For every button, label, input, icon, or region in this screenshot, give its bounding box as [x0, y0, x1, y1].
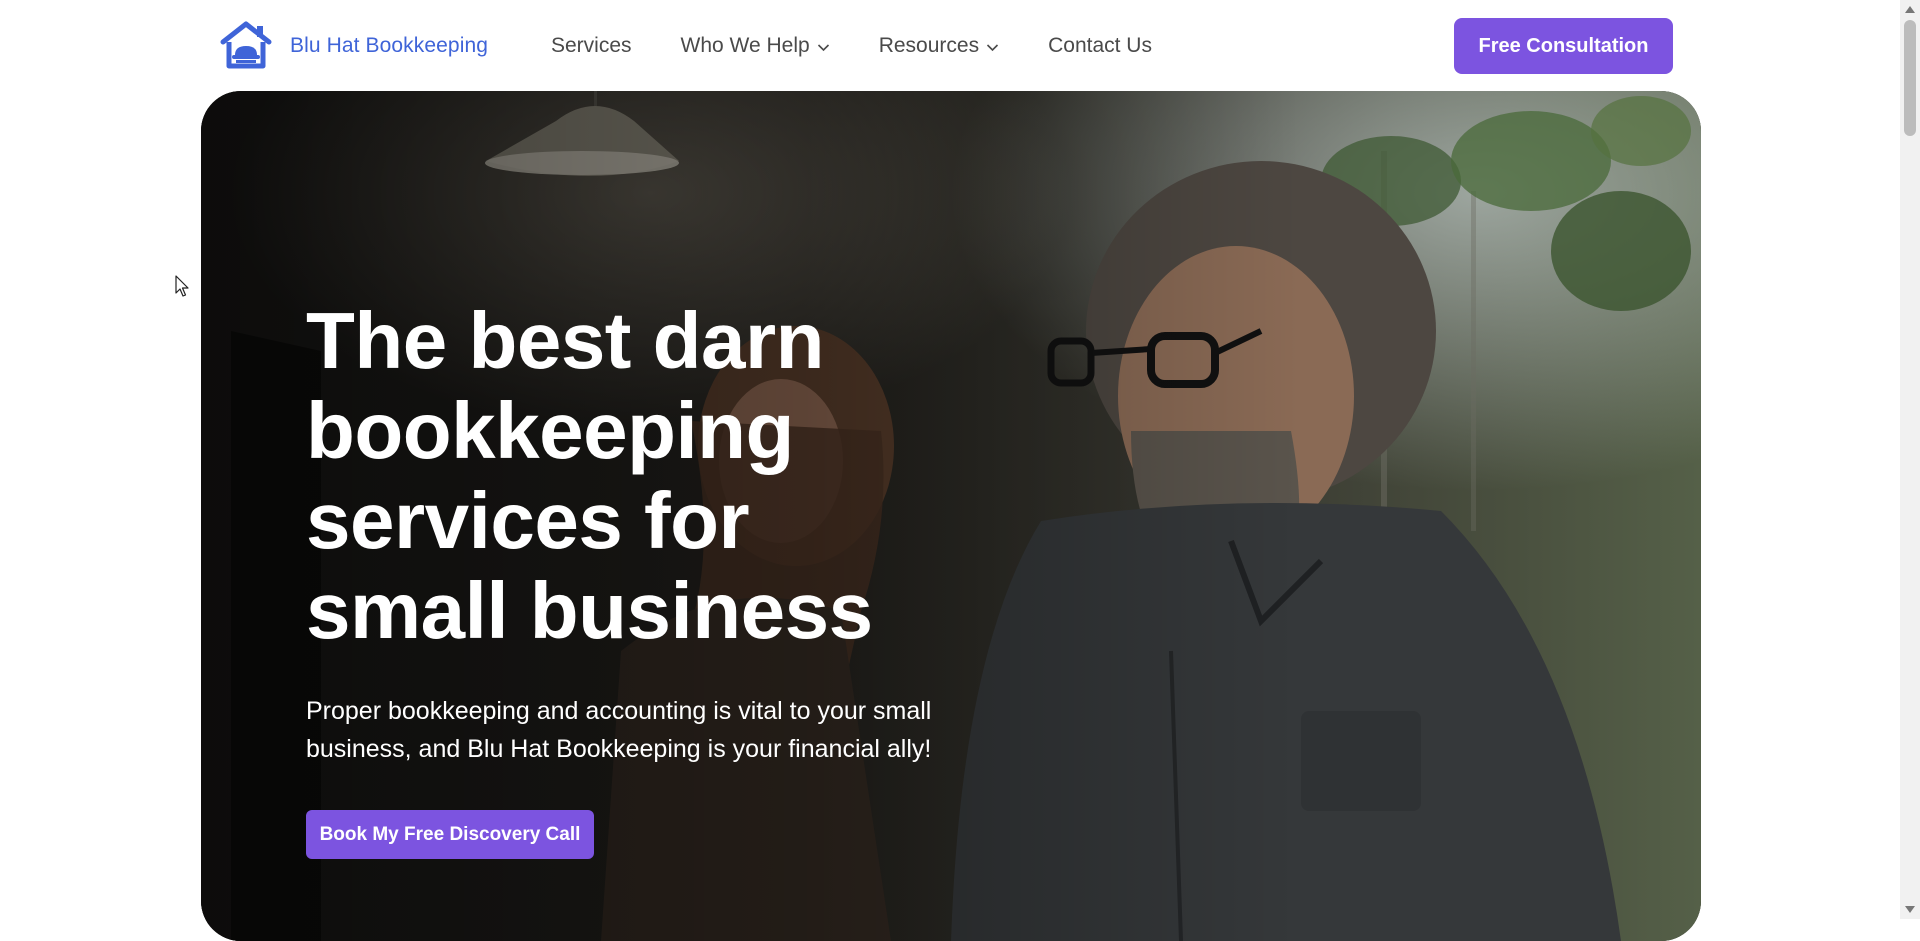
page-scrollbar[interactable] [1900, 0, 1920, 919]
logo-link[interactable]: Blu Hat Bookkeeping [220, 18, 488, 74]
free-consultation-button[interactable]: Free Consultation [1454, 18, 1673, 74]
hero-title: The best darn bookkeeping services for s… [306, 296, 1006, 656]
scroll-thumb[interactable] [1904, 20, 1916, 136]
hero-subtitle-line: Proper bookkeeping and accounting is vit… [306, 697, 932, 725]
chevron-down-icon [987, 43, 999, 51]
hero-title-line: bookkeeping [306, 386, 794, 475]
hero-title-line: The best darn [306, 296, 825, 385]
chevron-down-icon [817, 43, 829, 51]
nav-item-label: Contact Us [1048, 34, 1152, 57]
scroll-up-arrow-icon[interactable] [1905, 6, 1915, 13]
book-discovery-call-button[interactable]: Book My Free Discovery Call [306, 810, 594, 859]
house-with-hat-icon [220, 21, 272, 69]
nav-item-label: Resources [878, 34, 980, 57]
scroll-down-arrow-icon[interactable] [1905, 906, 1915, 913]
nav-item-who-we-help[interactable]: Who We Help [681, 34, 830, 58]
nav-item-services[interactable]: Services [551, 34, 632, 58]
nav-item-contact-us[interactable]: Contact Us [1048, 34, 1152, 58]
hero-subtitle-line: business, and Blu Hat Bookkeeping is you… [306, 735, 932, 763]
hero-content: The best darn bookkeeping services for s… [306, 296, 1006, 768]
nav-item-label: Services [551, 34, 632, 57]
nav-item-label: Who We Help [680, 34, 810, 57]
main-nav: Services Who We Help Resources Contact U… [551, 28, 1152, 64]
hero-subtitle: Proper bookkeeping and accounting is vit… [306, 692, 966, 768]
hero-title-line: small business [306, 566, 873, 655]
site-header: Blu Hat Bookkeeping Services Who We Help… [0, 0, 1900, 92]
hero-title-line: services for [306, 476, 750, 565]
hero-section: The best darn bookkeeping services for s… [201, 91, 1701, 941]
logo-text: Blu Hat Bookkeeping [290, 34, 489, 57]
nav-item-resources[interactable]: Resources [879, 34, 999, 58]
mouse-cursor-icon [175, 275, 189, 297]
